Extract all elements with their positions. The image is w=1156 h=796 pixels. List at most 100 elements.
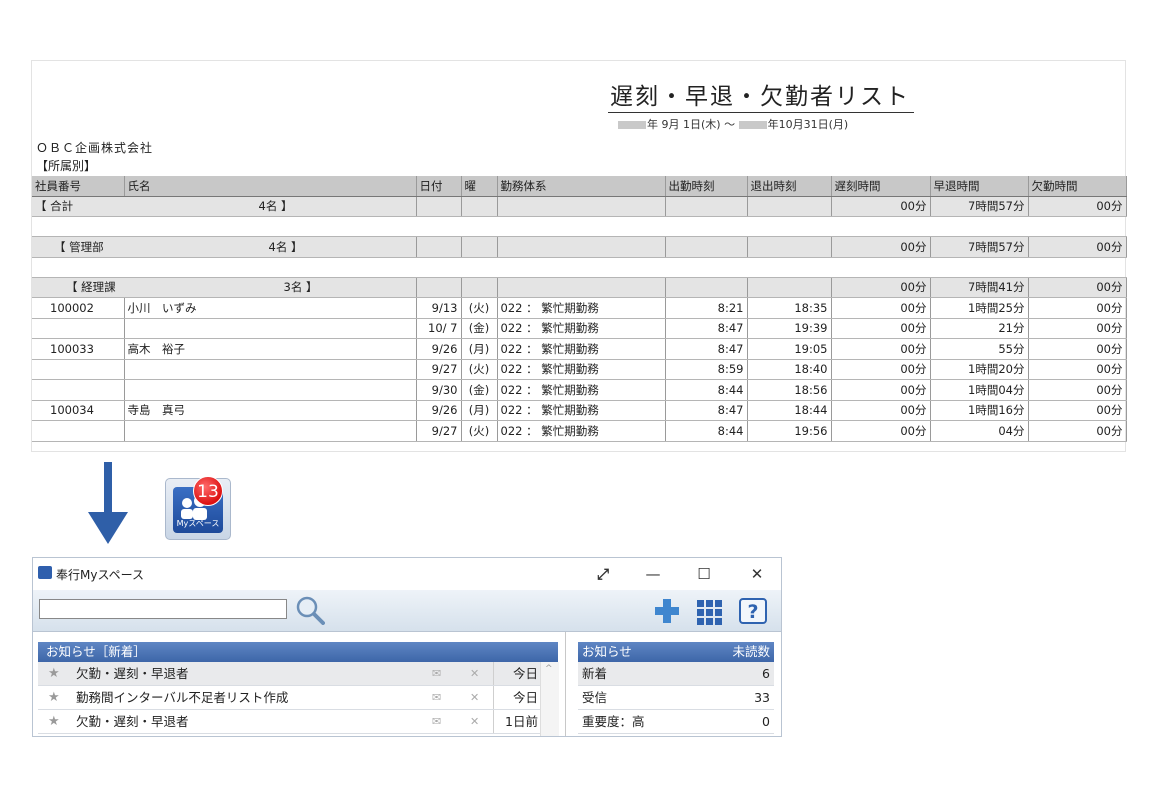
col-out: 退出時刻	[747, 176, 832, 197]
cell-absent: 00分	[1028, 359, 1127, 380]
cell-dow: (火)	[461, 359, 498, 380]
minimize-button[interactable]: —	[639, 563, 667, 585]
grouping-label: 【所属別】	[36, 159, 97, 173]
cell-late: 00分	[831, 420, 931, 442]
table-row: 9/30 (金) 022 ： 繁忙期勤務 8:44 18:56 00分 1時間04分 00分	[32, 379, 1127, 401]
unread-item[interactable]: 受信 33	[578, 686, 774, 710]
cell-out: 18:40	[747, 359, 832, 380]
unread-header-label: お知らせ	[582, 644, 632, 659]
table-row: 9/27 (火) 022 ： 繁忙期勤務 8:44 19:56 00分 04分 00分	[32, 420, 1127, 442]
col-early: 早退時間	[930, 176, 1029, 197]
my-space-app-icon[interactable]: Myスペース 13	[165, 476, 231, 540]
app-grid-icon[interactable]	[696, 599, 724, 625]
cell-absent: 00分	[1028, 420, 1127, 442]
dept-label: 【 管理部	[54, 239, 104, 254]
cell-shift: 022 ： 繁忙期勤務	[497, 400, 666, 421]
cell-shift: 022 ： 繁忙期勤務	[497, 379, 666, 401]
cell-id: 100002	[32, 297, 125, 319]
dept-count: 4名 】	[268, 239, 303, 254]
delete-icon[interactable]: ✕	[470, 662, 479, 685]
mail-icon[interactable]: ✉	[432, 662, 441, 685]
cell-out: 19:56	[747, 420, 832, 442]
delete-icon[interactable]: ✕	[470, 686, 479, 709]
table-row: 100034 寺島 真弓 9/26 (月) 022 ： 繁忙期勤務 8:47 18:44 00…	[32, 400, 1127, 421]
cell-date: 9/27	[416, 420, 462, 442]
period-tilde: 〜	[724, 118, 736, 131]
cell-early: 21分	[930, 318, 1029, 339]
news-item[interactable]: ★ 欠勤・遅刻・早退者 ✉ ✕ 1日前	[38, 710, 558, 734]
section-early: 7時間41分	[930, 277, 1029, 298]
cell-late: 00分	[831, 338, 931, 360]
cell-in: 8:59	[665, 359, 748, 380]
col-absent: 欠勤時間	[1028, 176, 1127, 197]
news-item[interactable]: ★ 欠勤・遅刻・早退者 ✉ ✕ 今日	[38, 662, 558, 686]
news-item-date: 今日	[493, 662, 542, 685]
total-count: 4名 】	[258, 199, 293, 214]
unread-item[interactable]: 新着 6	[578, 662, 774, 686]
cell-name: 小川 いずみ	[124, 297, 417, 319]
cell-absent: 00分	[1028, 338, 1127, 360]
section-row: 【 経理課 3名 】 00分 7時間41分 00分	[32, 277, 1127, 298]
cell-dow: (金)	[461, 379, 498, 401]
expand-icon[interactable]: ⤢	[589, 563, 617, 585]
cell-out: 18:44	[747, 400, 832, 421]
cell-date: 9/13	[416, 297, 462, 319]
table-row: 100002 小川 いずみ 9/13 (火) 022 ： 繁忙期勤務 8:21 18:35 0…	[32, 297, 1127, 319]
cell-name: 寺島 真弓	[124, 400, 417, 421]
unread-item-count: 6	[762, 666, 770, 681]
cell-dow: (火)	[461, 297, 498, 319]
dept-early: 7時間57分	[930, 236, 1029, 258]
cell-name	[124, 318, 417, 339]
cell-date: 9/27	[416, 359, 462, 380]
unread-item-count: 0	[762, 714, 770, 729]
unread-header: お知らせ 未読数	[578, 642, 774, 662]
table-header: 社員番号 氏名 日付 曜 勤務体系 出勤時刻 退出時刻 遅刻時間 早退時間 欠勤…	[32, 176, 1127, 197]
unread-item[interactable]: 重要度：高 0	[578, 710, 774, 734]
cell-early: 1時間16分	[930, 400, 1029, 421]
news-scrollbar[interactable]: ^	[540, 662, 559, 736]
cell-dow: (金)	[461, 318, 498, 339]
cell-early: 1時間20分	[930, 359, 1029, 380]
star-icon[interactable]: ★	[48, 686, 60, 709]
report-title: 遅刻・早退・欠勤者リスト	[608, 77, 914, 113]
add-icon[interactable]	[653, 598, 681, 624]
window-title: 奉行Myスペース	[56, 568, 145, 582]
total-label: 【 合計	[35, 199, 74, 214]
cell-absent: 00分	[1028, 379, 1127, 401]
unread-item-label: 受信	[582, 690, 608, 705]
scroll-up-icon[interactable]: ^	[545, 664, 553, 674]
news-item-text: 欠勤・遅刻・早退者	[76, 714, 189, 729]
star-icon[interactable]: ★	[48, 710, 60, 733]
spacer-row	[32, 216, 1126, 237]
search-icon[interactable]	[295, 595, 325, 625]
mail-icon[interactable]: ✉	[432, 686, 441, 709]
mail-icon[interactable]: ✉	[432, 710, 441, 733]
panel-divider	[565, 632, 566, 736]
delete-icon[interactable]: ✕	[470, 710, 479, 733]
search-input[interactable]	[39, 599, 287, 619]
cell-id	[32, 379, 125, 401]
unread-panel: お知らせ 未読数 新着 6 受信 33 重要度：高 0	[578, 642, 774, 734]
maximize-button[interactable]: ☐	[690, 563, 718, 585]
unread-item-label: 重要度：高	[582, 714, 645, 729]
cell-dow: (月)	[461, 338, 498, 360]
cell-shift: 022 ： 繁忙期勤務	[497, 420, 666, 442]
cell-shift: 022 ： 繁忙期勤務	[497, 318, 666, 339]
cell-out: 19:05	[747, 338, 832, 360]
star-icon[interactable]: ★	[48, 662, 60, 685]
section-absent: 00分	[1028, 277, 1127, 298]
cell-shift: 022 ： 繁忙期勤務	[497, 338, 666, 360]
close-button[interactable]: ✕	[743, 563, 771, 585]
cell-name	[124, 359, 417, 380]
cell-date: 9/26	[416, 400, 462, 421]
cell-early: 1時間04分	[930, 379, 1029, 401]
news-item-text: 勤務間インターバル不足者リスト作成	[76, 690, 289, 705]
notification-badge: 13	[193, 476, 223, 506]
news-item[interactable]: ★ 勤務間インターバル不足者リスト作成 ✉ ✕ 今日	[38, 686, 558, 710]
dept-row: 【 管理部 4名 】 00分 7時間57分 00分	[32, 236, 1127, 258]
toolbar: ?	[33, 590, 781, 632]
help-icon[interactable]: ?	[739, 598, 767, 624]
col-date: 日付	[416, 176, 462, 197]
down-arrow-icon	[88, 462, 128, 544]
total-row: 【 合計 4名 】 00分 7時間57分 00分	[32, 196, 1127, 217]
